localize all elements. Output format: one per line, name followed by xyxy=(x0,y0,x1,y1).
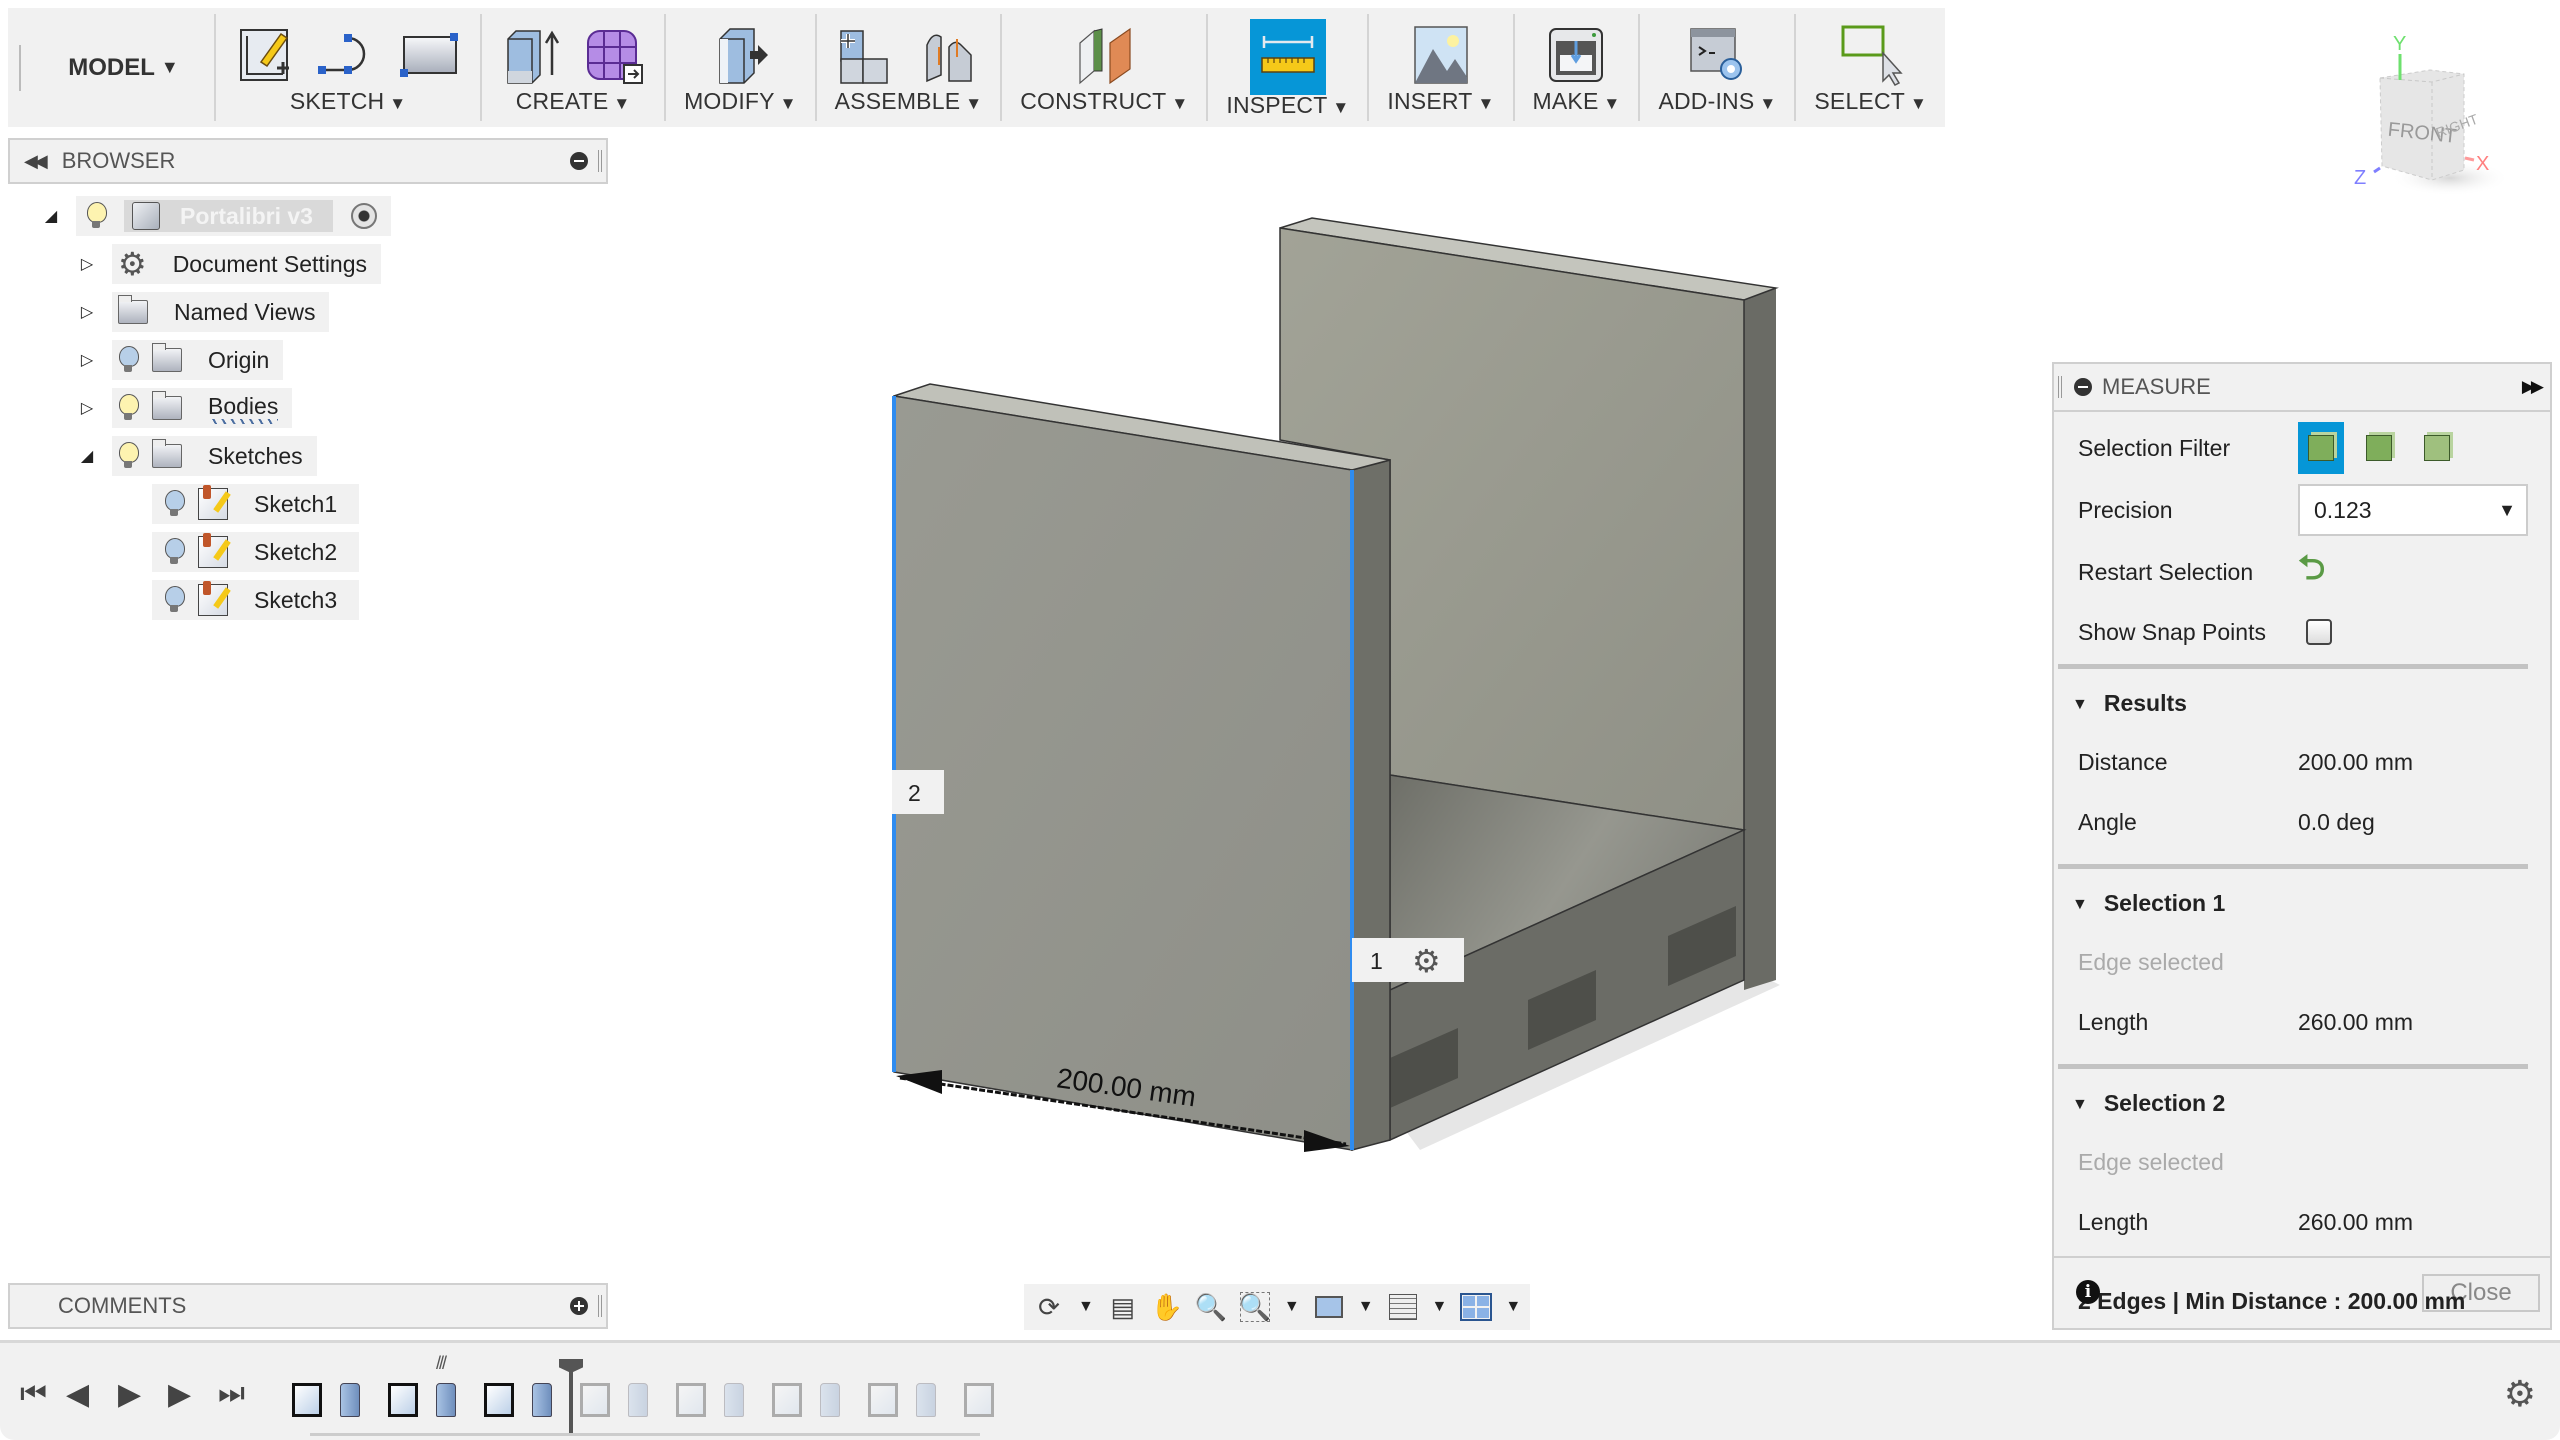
restart-selection-icon[interactable]: ⮌ xyxy=(2298,544,2325,601)
precision-row: Precision 0.123 ▼ xyxy=(2078,482,2530,538)
measure-dialog: MEASURE ▶▶ Selection Filter Precision 0.… xyxy=(2052,362,2552,1330)
timeline-sketch-icon[interactable] xyxy=(580,1383,610,1417)
timeline-extrude-icon[interactable] xyxy=(724,1383,744,1417)
snap-points-checkbox[interactable] xyxy=(2306,619,2332,645)
navigation-bar: ⟳ ▼ ▤ ✋ 🔍 🔍 ▼ ▼ ▼ ▼ xyxy=(1024,1284,1530,1330)
timeline-marker[interactable] xyxy=(569,1363,573,1433)
restart-selection-row: Restart Selection ⮌ xyxy=(2078,544,2530,600)
timeline-settings-gear-icon[interactable]: ⚙ xyxy=(2504,1373,2536,1415)
timeline-sketch-icon[interactable] xyxy=(484,1383,514,1417)
angle-label: Angle xyxy=(2078,808,2137,835)
filter-select-body-button[interactable] xyxy=(2356,422,2402,474)
selection1-length-value: 260.00 mm xyxy=(2298,1008,2414,1035)
measure-title: MEASURE xyxy=(2102,374,2211,399)
selection2-length-value: 260.00 mm xyxy=(2298,1208,2414,1235)
angle-row: Angle 0.0 deg xyxy=(2078,802,2530,842)
timeline-extrude-icon[interactable] xyxy=(340,1383,360,1417)
chevron-down-icon: ▼ xyxy=(2498,499,2516,520)
step-forward-icon[interactable]: ▶ xyxy=(168,1377,191,1412)
measure-drag-handle[interactable] xyxy=(2058,376,2062,398)
selection2-length-row: Length 260.00 mm xyxy=(2078,1202,2530,1242)
measure-minimize-icon[interactable] xyxy=(2074,378,2092,396)
timeline-sketch-icon[interactable] xyxy=(772,1383,802,1417)
timeline-sketch-icon[interactable] xyxy=(388,1383,418,1417)
selection-filter-label: Selection Filter xyxy=(2078,434,2231,461)
precision-value: 0.123 xyxy=(2314,496,2372,523)
measure-footer: Close 2 Edges | Min Distance : 200.00 mm… xyxy=(2054,1256,2550,1328)
measure-summary: 2 Edges | Min Distance : 200.00 mm xyxy=(2078,1288,2466,1314)
restart-selection-label: Restart Selection xyxy=(2078,558,2254,585)
selection1-section-toggle[interactable]: Selection 1 xyxy=(2072,890,2225,917)
fit-zoom-window-icon[interactable]: 🔍 xyxy=(1239,1292,1271,1322)
selection-filter-row: Selection Filter xyxy=(2078,420,2530,476)
section-divider xyxy=(2058,864,2528,869)
results-section-toggle[interactable]: Results xyxy=(2072,690,2187,717)
section-divider xyxy=(2058,1064,2528,1069)
selection2-section-toggle[interactable]: Selection 2 xyxy=(2072,1090,2225,1117)
selection1-status: Edge selected xyxy=(2078,948,2224,975)
go-to-end-icon[interactable]: ⏭ xyxy=(218,1377,245,1411)
comments-title: COMMENTS xyxy=(58,1293,187,1318)
section-divider xyxy=(2058,664,2528,669)
display-settings-icon[interactable] xyxy=(1314,1292,1344,1322)
comments-resize-handle[interactable] xyxy=(598,1295,602,1317)
distance-row: Distance 200.00 mm xyxy=(2078,742,2530,782)
selection1-length-row: Length 260.00 mm xyxy=(2078,1002,2530,1042)
filter-select-face-button[interactable] xyxy=(2298,422,2344,474)
front-wall-face xyxy=(893,395,1353,1151)
length-label: Length xyxy=(2078,1008,2149,1035)
timeline-extrude-icon[interactable] xyxy=(820,1383,840,1417)
timeline: ⏮ ◀ ▶ ▶ ⏭ /// ⚙ xyxy=(0,1340,2560,1440)
pan-hand-icon[interactable]: ✋ xyxy=(1151,1292,1183,1322)
angle-value: 0.0 deg xyxy=(2298,808,2375,835)
info-icon: i xyxy=(2076,1280,2100,1304)
go-to-start-icon[interactable]: ⏮ xyxy=(20,1377,47,1411)
timeline-extrude-icon[interactable] xyxy=(628,1383,648,1417)
snap-points-label: Show Snap Points xyxy=(2078,618,2266,645)
selection2-status: Edge selected xyxy=(2078,1148,2224,1175)
timeline-extrude-icon[interactable] xyxy=(532,1383,552,1417)
timeline-sketch-icon[interactable] xyxy=(964,1383,994,1417)
viewports-icon[interactable] xyxy=(1460,1292,1493,1322)
precision-label: Precision xyxy=(2078,496,2173,523)
gear-icon[interactable]: ⚙ xyxy=(1412,942,1441,980)
timeline-extrude-icon[interactable] xyxy=(436,1383,456,1417)
expand-dialog-icon[interactable]: ▶▶ xyxy=(2522,377,2544,397)
zoom-icon[interactable]: 🔍 xyxy=(1195,1292,1227,1322)
orbit-dropdown-icon[interactable]: ▼ xyxy=(1078,1298,1094,1316)
display-dropdown-icon[interactable]: ▼ xyxy=(1358,1298,1374,1316)
length-label: Length xyxy=(2078,1208,2149,1235)
add-comment-icon[interactable] xyxy=(570,1297,588,1315)
orbit-icon[interactable]: ⟳ xyxy=(1034,1292,1064,1322)
zoom-dropdown-icon[interactable]: ▼ xyxy=(1284,1298,1300,1316)
selection-marker-2[interactable]: 2 xyxy=(908,780,921,806)
front-wall-side xyxy=(1351,459,1391,1151)
timeline-group-marker-icon: /// xyxy=(436,1353,447,1373)
precision-select[interactable]: 0.123 ▼ xyxy=(2298,484,2528,536)
measure-header: MEASURE ▶▶ xyxy=(2054,364,2550,412)
distance-value: 200.00 mm xyxy=(2298,748,2414,775)
distance-label: Distance xyxy=(2078,748,2168,775)
timeline-sketch-icon[interactable] xyxy=(868,1383,898,1417)
grid-settings-icon[interactable] xyxy=(1388,1292,1418,1322)
timeline-sketch-icon[interactable] xyxy=(292,1383,322,1417)
filter-select-component-button[interactable] xyxy=(2414,422,2460,474)
selection-marker-1-box[interactable] xyxy=(1352,938,1464,982)
step-back-icon[interactable]: ◀ xyxy=(66,1377,89,1412)
viewports-dropdown-icon[interactable]: ▼ xyxy=(1505,1298,1521,1316)
play-icon[interactable]: ▶ xyxy=(118,1377,141,1412)
timeline-extrude-icon[interactable] xyxy=(916,1383,936,1417)
timeline-track xyxy=(310,1433,980,1436)
grid-dropdown-icon[interactable]: ▼ xyxy=(1432,1298,1448,1316)
timeline-sketch-icon[interactable] xyxy=(676,1383,706,1417)
comments-panel-header: COMMENTS xyxy=(8,1283,608,1329)
look-at-icon[interactable]: ▤ xyxy=(1108,1292,1138,1322)
selection-marker-1[interactable]: 1 xyxy=(1370,948,1383,974)
snap-points-row: Show Snap Points xyxy=(2078,604,2530,660)
